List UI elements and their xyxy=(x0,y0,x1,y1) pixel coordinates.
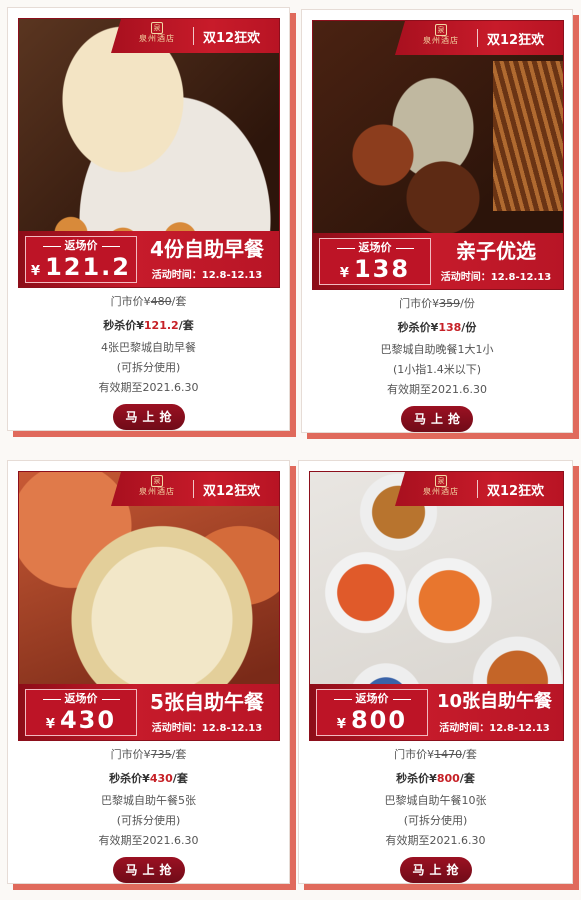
price-banner: 返场价 ¥430 5张自助午餐 活动时间：12.8-12.13 xyxy=(19,684,279,740)
activity-dates: 活动时间：12.8-12.13 xyxy=(151,270,263,281)
return-price: ¥121.2 xyxy=(31,253,131,281)
price-box: 返场价 ¥430 xyxy=(25,689,137,736)
promo-header-band: 泉 泉州酒店 双12狂欢 xyxy=(395,21,563,55)
price-label: 返场价 xyxy=(317,690,427,706)
price-box: 返场价 ¥121.2 xyxy=(25,236,137,283)
product-details: 门市价¥1470/套 秒杀价¥800/套 巴黎城自助午餐10张 (可拆分使用) … xyxy=(299,743,572,883)
divider xyxy=(477,480,478,498)
price-label: 返场价 xyxy=(320,239,430,255)
buy-now-button[interactable]: 马上抢 xyxy=(401,406,473,432)
activity-dates: 活动时间：12.8-12.13 xyxy=(440,272,552,283)
flash-price-line: 秒杀价¥800/套 xyxy=(396,772,475,785)
hotel-logo: 泉 泉州酒店 xyxy=(139,22,175,43)
promo-header-band: 泉 泉州酒店 双12狂欢 xyxy=(111,19,279,53)
product-details: 门市价¥735/套 秒杀价¥430/套 巴黎城自助午餐5张 (可拆分使用) 有效… xyxy=(8,743,289,883)
return-price: ¥138 xyxy=(339,255,411,283)
flash-price-line: 秒杀价¥430/套 xyxy=(109,772,188,785)
description-line: 4张巴黎城自助早餐 xyxy=(101,341,196,354)
product-title: 4份自助早餐 xyxy=(150,237,264,261)
divider xyxy=(477,29,478,47)
description-line: 巴黎城自助午餐10张 xyxy=(384,794,487,807)
promo-badge: 双12狂欢 xyxy=(203,31,261,46)
hotel-logo: 泉 泉州酒店 xyxy=(423,24,459,45)
product-card-seafood-lunch: 泉 泉州酒店 双12狂欢 返场价 ¥800 10张自助午餐 活动时间：12.8-… xyxy=(298,460,573,884)
product-title: 10张自助午餐 xyxy=(436,691,553,712)
buy-now-button[interactable]: 马上抢 xyxy=(112,404,185,430)
product-card-breakfast: 泉 泉州酒店 双12狂欢 返场价 ¥121.2 4份自助早餐 活动时间：12.8… xyxy=(7,7,290,431)
description-line: 巴黎城自助晚餐1大1小 xyxy=(380,343,494,356)
description-line: 巴黎城自助午餐5张 xyxy=(101,794,196,807)
buy-now-button[interactable]: 马上抢 xyxy=(112,857,185,883)
price-label: 返场价 xyxy=(26,690,136,706)
return-price: ¥800 xyxy=(336,706,408,734)
breakfast-buffet-photo: 泉 泉州酒店 双12狂欢 返场价 ¥121.2 4份自助早餐 活动时间：12.8… xyxy=(18,18,280,288)
activity-dates: 活动时间：12.8-12.13 xyxy=(151,723,263,734)
buy-now-button[interactable]: 马上抢 xyxy=(399,857,472,883)
product-details: 门市价¥480/套 秒杀价¥121.2/套 4张巴黎城自助早餐 (可拆分使用) … xyxy=(8,290,289,430)
product-details: 门市价¥359/份 秒杀价¥138/份 巴黎城自助晚餐1大1小 (1小指1.4米… xyxy=(302,292,572,432)
product-title: 亲子优选 xyxy=(456,239,536,263)
retail-price-line: 门市价¥359/份 xyxy=(399,297,475,310)
product-card-family: 泉 泉州酒店 双12狂欢 返场价 ¥138 亲子优选 活动时间：12.8-12.… xyxy=(301,9,573,433)
crab-lunch-photo: 泉 泉州酒店 双12狂欢 返场价 ¥430 5张自助午餐 活动时间：12.8-1… xyxy=(18,471,280,741)
description-line: (可拆分使用) xyxy=(116,361,181,374)
description-line: (可拆分使用) xyxy=(403,814,468,827)
price-banner: 返场价 ¥800 10张自助午餐 活动时间：12.8-12.13 xyxy=(310,684,563,740)
promo-badge: 双12狂欢 xyxy=(203,484,261,499)
price-box: 返场价 ¥138 xyxy=(319,238,431,285)
family-buffet-photo: 泉 泉州酒店 双12狂欢 返场价 ¥138 亲子优选 活动时间：12.8-12.… xyxy=(312,20,564,290)
retail-price-line: 门市价¥1470/套 xyxy=(394,748,477,761)
product-card-crab-lunch: 泉 泉州酒店 双12狂欢 返场价 ¥430 5张自助午餐 活动时间：12.8-1… xyxy=(7,460,290,884)
retail-price-line: 门市价¥735/套 xyxy=(110,748,187,761)
promo-header-band: 泉 泉州酒店 双12狂欢 xyxy=(111,472,279,506)
flash-price-line: 秒杀价¥138/份 xyxy=(397,321,477,334)
description-line: (可拆分使用) xyxy=(116,814,181,827)
validity-line: 有效期至2021.6.30 xyxy=(98,381,199,394)
price-box: 返场价 ¥800 xyxy=(316,689,428,736)
price-label: 返场价 xyxy=(26,237,136,253)
divider xyxy=(193,27,194,45)
validity-line: 有效期至2021.6.30 xyxy=(385,834,486,847)
price-banner: 返场价 ¥138 亲子优选 活动时间：12.8-12.13 xyxy=(313,233,563,289)
divider xyxy=(193,480,194,498)
validity-line: 有效期至2021.6.30 xyxy=(98,834,199,847)
promo-header-band: 泉 泉州酒店 双12狂欢 xyxy=(395,472,563,506)
product-title: 5张自助午餐 xyxy=(150,690,264,714)
seafood-lunch-photo: 泉 泉州酒店 双12狂欢 返场价 ¥800 10张自助午餐 活动时间：12.8-… xyxy=(309,471,564,741)
activity-dates: 活动时间：12.8-12.13 xyxy=(439,723,550,734)
return-price: ¥430 xyxy=(45,706,117,734)
promo-badge: 双12狂欢 xyxy=(487,33,545,48)
validity-line: 有效期至2021.6.30 xyxy=(387,383,487,396)
flash-price-line: 秒杀价¥121.2/套 xyxy=(103,319,194,332)
promo-badge: 双12狂欢 xyxy=(487,484,545,499)
hotel-logo: 泉 泉州酒店 xyxy=(139,475,175,496)
description-line: (1小指1.4米以下) xyxy=(392,363,482,376)
price-banner: 返场价 ¥121.2 4份自助早餐 活动时间：12.8-12.13 xyxy=(19,231,279,287)
hotel-logo: 泉 泉州酒店 xyxy=(423,475,459,496)
retail-price-line: 门市价¥480/套 xyxy=(110,295,187,308)
